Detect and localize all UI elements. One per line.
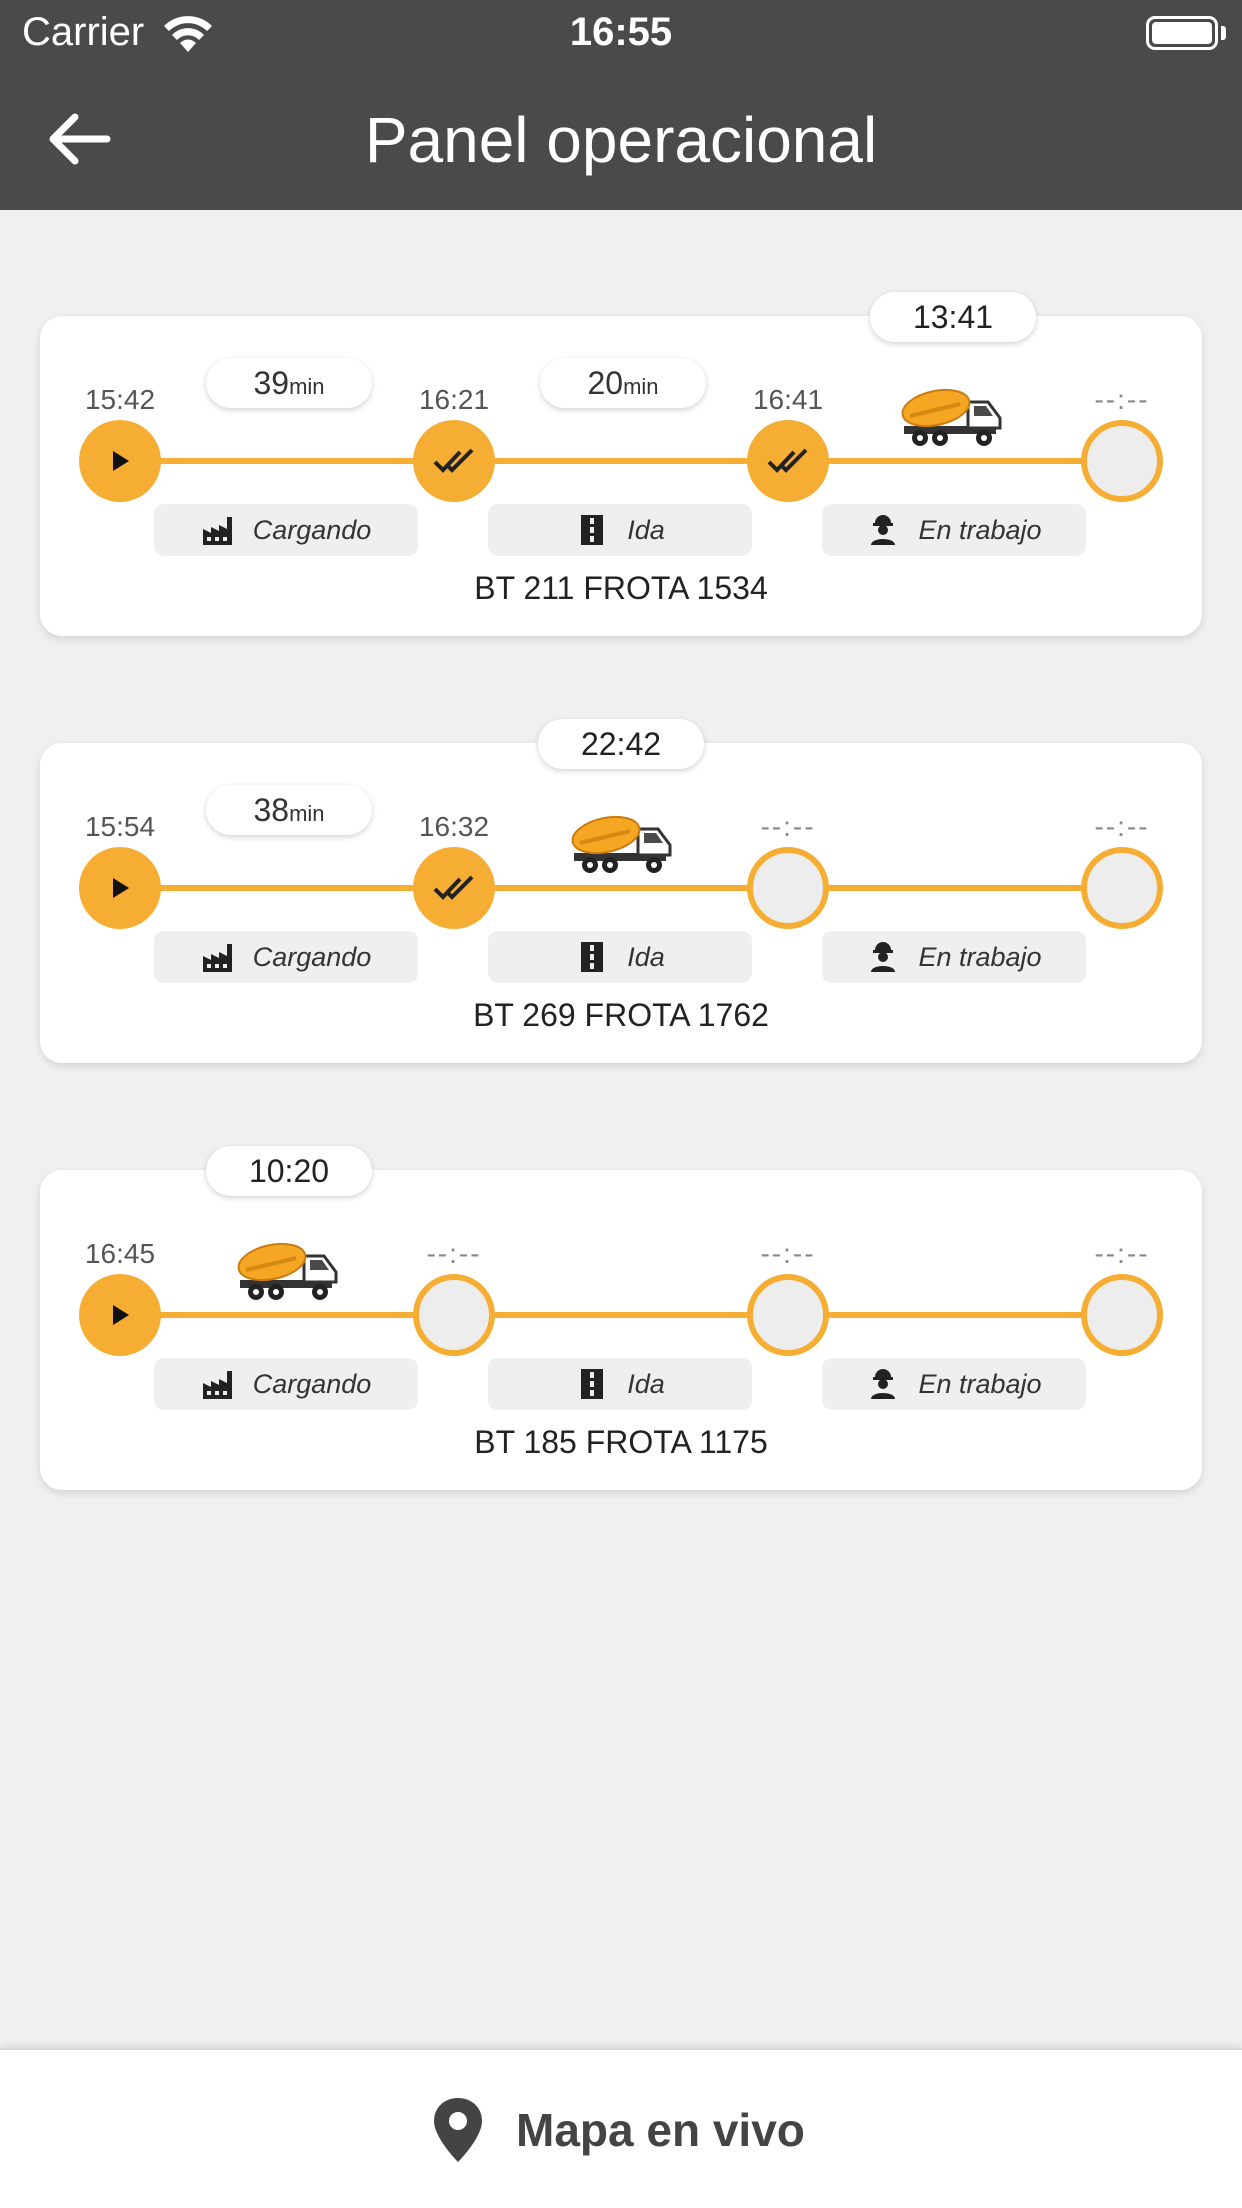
trip-card[interactable]: 22:42 15:54 16:32 --:-- --:-- 38min Carg… bbox=[40, 719, 1202, 1063]
duration-pill: 38min bbox=[206, 785, 372, 835]
timeline-track bbox=[120, 458, 1162, 464]
vehicle-label: BT 211 FROTA 1534 bbox=[474, 570, 768, 606]
map-pin-icon bbox=[434, 2098, 482, 2162]
duration-value: 39 bbox=[253, 365, 290, 401]
duration-unit: min bbox=[289, 801, 325, 826]
trip-card[interactable]: 10:20 16:45 --:-- --:-- --:-- Cargando I… bbox=[40, 1146, 1202, 1490]
stage-going: Ida bbox=[488, 1358, 752, 1410]
stage-going: Ida bbox=[488, 504, 752, 556]
road-icon bbox=[581, 942, 604, 972]
stage-loading: Cargando bbox=[154, 504, 418, 556]
step-time: --:-- bbox=[1094, 1238, 1150, 1269]
status-time: 16:55 bbox=[569, 10, 673, 54]
stage-working: En trabajo bbox=[822, 1358, 1086, 1410]
stage-label: Cargando bbox=[252, 514, 372, 545]
trip-card[interactable]: 13:41 15:42 16:21 16:41 --:-- 39min 20mi… bbox=[40, 292, 1202, 636]
worker-icon bbox=[871, 942, 896, 972]
factory-icon bbox=[202, 944, 232, 972]
vehicle-label: BT 269 FROTA 1762 bbox=[473, 997, 769, 1033]
elapsed-time-pill: 13:41 bbox=[870, 292, 1036, 342]
worker-icon bbox=[871, 1369, 896, 1399]
concrete-mixer-truck-icon bbox=[237, 1242, 338, 1300]
step-time: 15:42 bbox=[84, 384, 156, 415]
elapsed-time-pill: 22:42 bbox=[538, 719, 704, 769]
step-time: --:-- bbox=[760, 1238, 816, 1269]
step-pending-node[interactable] bbox=[1081, 847, 1163, 929]
step-start-node[interactable] bbox=[79, 1274, 161, 1356]
duration-value: 38 bbox=[253, 792, 290, 828]
stage-loading: Cargando bbox=[154, 931, 418, 983]
stage-working: En trabajo bbox=[822, 931, 1086, 983]
stage-label: Ida bbox=[627, 941, 665, 972]
play-icon bbox=[113, 451, 129, 471]
page-title: Panel operacional bbox=[364, 104, 878, 176]
stage-label: En trabajo bbox=[918, 514, 1042, 545]
step-time: --:-- bbox=[760, 811, 816, 842]
road-icon bbox=[581, 515, 604, 545]
stage-label: En trabajo bbox=[918, 941, 1042, 972]
step-time: --:-- bbox=[426, 1238, 482, 1269]
play-icon bbox=[113, 878, 129, 898]
double-check-icon bbox=[433, 875, 474, 900]
duration-pill: 39min bbox=[206, 358, 372, 408]
step-done-node[interactable] bbox=[747, 420, 829, 502]
battery-icon bbox=[1146, 16, 1218, 50]
stage-label: Ida bbox=[627, 1368, 665, 1399]
worker-icon bbox=[871, 515, 896, 545]
duration-unit: min bbox=[289, 374, 325, 399]
factory-icon bbox=[202, 517, 232, 545]
step-done-node[interactable] bbox=[413, 847, 495, 929]
step-pending-node[interactable] bbox=[747, 847, 829, 929]
step-time: --:-- bbox=[1094, 811, 1150, 842]
step-pending-node[interactable] bbox=[1081, 1274, 1163, 1356]
timeline-track bbox=[120, 885, 1162, 891]
road-icon bbox=[581, 1369, 604, 1399]
duration-pill: 20min bbox=[540, 358, 706, 408]
double-check-icon bbox=[767, 448, 808, 473]
elapsed-time-pill: 10:20 bbox=[206, 1146, 372, 1196]
step-pending-node[interactable] bbox=[413, 1274, 495, 1356]
step-time: 16:21 bbox=[418, 384, 490, 415]
step-time: --:-- bbox=[1094, 384, 1150, 415]
bottom-bar: Mapa en vivo bbox=[0, 2048, 1242, 2208]
live-map-label: Mapa en vivo bbox=[516, 2104, 805, 2156]
step-time: 16:45 bbox=[84, 1238, 156, 1269]
concrete-mixer-truck-icon bbox=[571, 815, 672, 873]
double-check-icon bbox=[433, 448, 474, 473]
stage-label: Cargando bbox=[252, 1368, 372, 1399]
stage-label: En trabajo bbox=[918, 1368, 1042, 1399]
step-time: 15:54 bbox=[84, 811, 156, 842]
duration-unit: min bbox=[623, 374, 659, 399]
step-pending-node[interactable] bbox=[747, 1274, 829, 1356]
stage-loading: Cargando bbox=[154, 1358, 418, 1410]
step-time: 16:41 bbox=[752, 384, 824, 415]
step-pending-node[interactable] bbox=[1081, 420, 1163, 502]
app-bar: Panel operacional bbox=[0, 70, 1242, 210]
step-start-node[interactable] bbox=[79, 420, 161, 502]
concrete-mixer-truck-icon bbox=[901, 388, 1002, 446]
live-map-button[interactable]: Mapa en vivo bbox=[430, 2090, 830, 2170]
step-done-node[interactable] bbox=[413, 420, 495, 502]
vehicle-label: BT 185 FROTA 1175 bbox=[474, 1424, 768, 1460]
step-start-node[interactable] bbox=[79, 847, 161, 929]
stage-label: Cargando bbox=[252, 941, 372, 972]
status-bar: Carrier 16:55 bbox=[0, 0, 1242, 70]
factory-icon bbox=[202, 1371, 232, 1399]
battery-tip bbox=[1221, 26, 1226, 40]
stage-going: Ida bbox=[488, 931, 752, 983]
duration-value: 20 bbox=[587, 365, 624, 401]
timeline-track bbox=[120, 1312, 1162, 1318]
step-time: 16:32 bbox=[418, 811, 490, 842]
stage-working: En trabajo bbox=[822, 504, 1086, 556]
stage-label: Ida bbox=[627, 514, 665, 545]
play-icon bbox=[113, 1305, 129, 1325]
